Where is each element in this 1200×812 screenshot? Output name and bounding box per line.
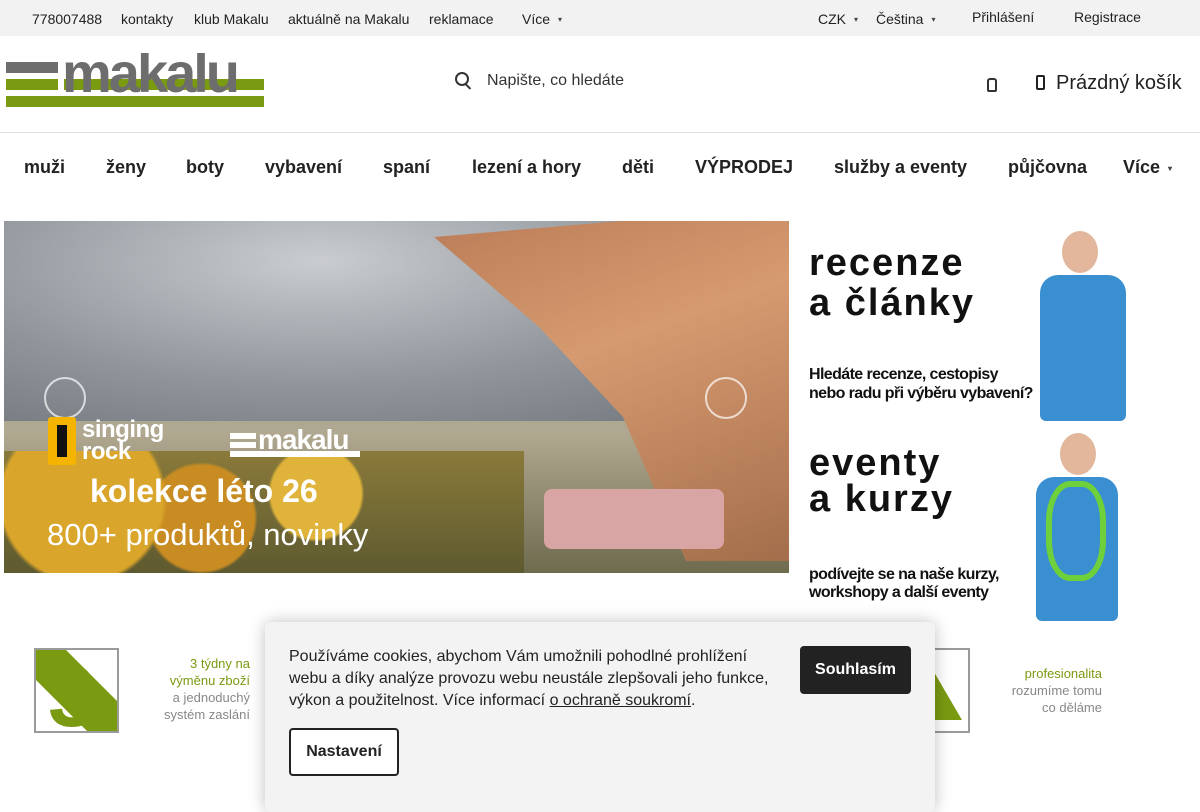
- chevron-down-icon: ▾: [1168, 164, 1173, 173]
- singing-rock-logo-icon: [48, 417, 76, 465]
- chevron-down-icon: ▾: [931, 15, 936, 24]
- language-select[interactable]: Čeština ▾: [876, 11, 935, 27]
- hero-trees: [4, 451, 524, 573]
- benefit-line: profesionalita: [1024, 666, 1102, 681]
- cookie-message: Používáme cookies, abychom Vám umožnili …: [289, 646, 779, 712]
- cookie-consent-banner: Používáme cookies, abychom Vám umožnili …: [265, 622, 935, 812]
- benefit-line: 3 týdny na: [190, 656, 250, 671]
- hero-makalu-text: makalu: [258, 427, 349, 455]
- makalu-logo[interactable]: makalu: [6, 41, 264, 114]
- currency-label: CZK: [818, 11, 846, 27]
- hero-sofa: [544, 489, 724, 549]
- side-banner-title-1: eventy: [809, 442, 942, 484]
- benefit-line: systém zaslání: [164, 707, 250, 722]
- cookie-settings-button[interactable]: Nastavení: [289, 728, 399, 776]
- side-banner-title-1: recenze: [809, 242, 965, 284]
- cart-button[interactable]: Prázdný košík: [1036, 72, 1182, 95]
- nav-item-kids[interactable]: děti: [622, 157, 654, 178]
- carousel-next-button[interactable]: [705, 377, 747, 419]
- top-link-contacts[interactable]: kontakty: [121, 11, 173, 27]
- cart-icon: [1036, 75, 1045, 90]
- nav-item-climbing[interactable]: lezení a hory: [472, 157, 581, 178]
- cookie-text: Používáme cookies, abychom Vám umožnili …: [289, 648, 769, 709]
- hero-banner[interactable]: singing rock makalu kolekce léto 26 800+…: [4, 221, 789, 573]
- accept-cookies-button[interactable]: Souhlasím: [800, 646, 911, 694]
- nav-item-men[interactable]: muži: [24, 157, 65, 178]
- top-bar: 778007488 kontakty klub Makalu aktuálně …: [0, 0, 1200, 36]
- side-banner-sub-2: workshopy a další eventy: [809, 584, 989, 601]
- top-link-news[interactable]: aktuálně na Makalu: [288, 11, 409, 27]
- top-link-club[interactable]: klub Makalu: [194, 11, 269, 27]
- side-banner-events[interactable]: eventy a kurzy podívejte se na naše kurz…: [790, 421, 1190, 621]
- login-link[interactable]: Přihlášení: [972, 9, 1034, 25]
- hero-headline: kolekce léto 26: [90, 473, 318, 509]
- cart-label: Prázdný košík: [1056, 72, 1182, 94]
- currency-select[interactable]: CZK ▾: [818, 11, 858, 27]
- benefit-line: a jednoduchý: [172, 690, 250, 705]
- nav-item-sale[interactable]: VÝPRODEJ: [695, 157, 793, 178]
- side-banner-title-2: a články: [809, 282, 975, 324]
- side-banner-sub-1: podívejte se na naše kurzy,: [809, 566, 999, 583]
- hero-subheadline: 800+ produktů, novinky: [47, 517, 369, 552]
- top-link-complaints[interactable]: reklamace: [429, 11, 494, 27]
- side-banner-title-2: a kurzy: [809, 478, 954, 520]
- privacy-link[interactable]: o ochraně soukromí: [550, 692, 691, 709]
- nav-item-women[interactable]: ženy: [106, 157, 146, 178]
- nav-item-rental[interactable]: půjčovna: [1008, 157, 1087, 178]
- cookie-text-end: .: [690, 692, 696, 709]
- hero-makalu-logo: makalu: [230, 424, 360, 462]
- benefit-professionalism-text: profesionalita rozumíme tomu co děláme: [990, 665, 1102, 716]
- benefit-line: rozumíme tomu: [1011, 683, 1102, 698]
- nav-item-sleeping[interactable]: spaní: [383, 157, 430, 178]
- nav-item-shoes[interactable]: boty: [186, 157, 224, 178]
- hero-brand-singing-rock: singing rock: [82, 416, 164, 465]
- search-input[interactable]: Napište, co hledáte: [487, 72, 624, 89]
- chevron-down-icon: ▾: [558, 15, 563, 24]
- chevron-down-icon: ▾: [854, 15, 859, 24]
- side-banner-sub-2: nebo radu při výběru vybavení?: [809, 385, 1033, 402]
- register-link[interactable]: Registrace: [1074, 9, 1141, 25]
- language-label: Čeština: [876, 11, 924, 27]
- carousel-prev-button[interactable]: [44, 377, 86, 419]
- top-more-menu[interactable]: Více ▾: [522, 11, 562, 27]
- phone-link[interactable]: 778007488: [32, 11, 102, 27]
- side-banner-reviews[interactable]: recenze a články Hledáte recenze, cestop…: [790, 221, 1190, 421]
- nav-item-services[interactable]: služby a eventy: [834, 157, 967, 178]
- site-header: makalu Napište, co hledáte Prázdný košík: [0, 36, 1200, 133]
- search-icon[interactable]: [455, 72, 469, 86]
- side-banner-sub-1: Hledáte recenze, cestopisy: [809, 366, 999, 383]
- top-more-label: Více: [522, 11, 551, 27]
- main-nav: muži ženy boty vybavení spaní lezení a h…: [0, 133, 1200, 201]
- nav-more-label: Více: [1123, 157, 1161, 177]
- nav-more-menu[interactable]: Více ▾: [1123, 157, 1172, 178]
- benefit-line: co děláme: [1042, 700, 1102, 715]
- search-bar[interactable]: Napište, co hledáte: [455, 72, 624, 90]
- logo-text: makalu: [62, 53, 237, 104]
- user-icon[interactable]: [987, 78, 997, 92]
- benefit-exchange-text: 3 týdny na výměnu zboží a jednoduchý sys…: [150, 655, 250, 723]
- exchange-3-weeks-icon: 3: [34, 648, 119, 733]
- benefit-line: výměnu zboží: [169, 673, 250, 688]
- nav-item-equipment[interactable]: vybavení: [265, 157, 342, 178]
- svg-text:3: 3: [48, 650, 96, 733]
